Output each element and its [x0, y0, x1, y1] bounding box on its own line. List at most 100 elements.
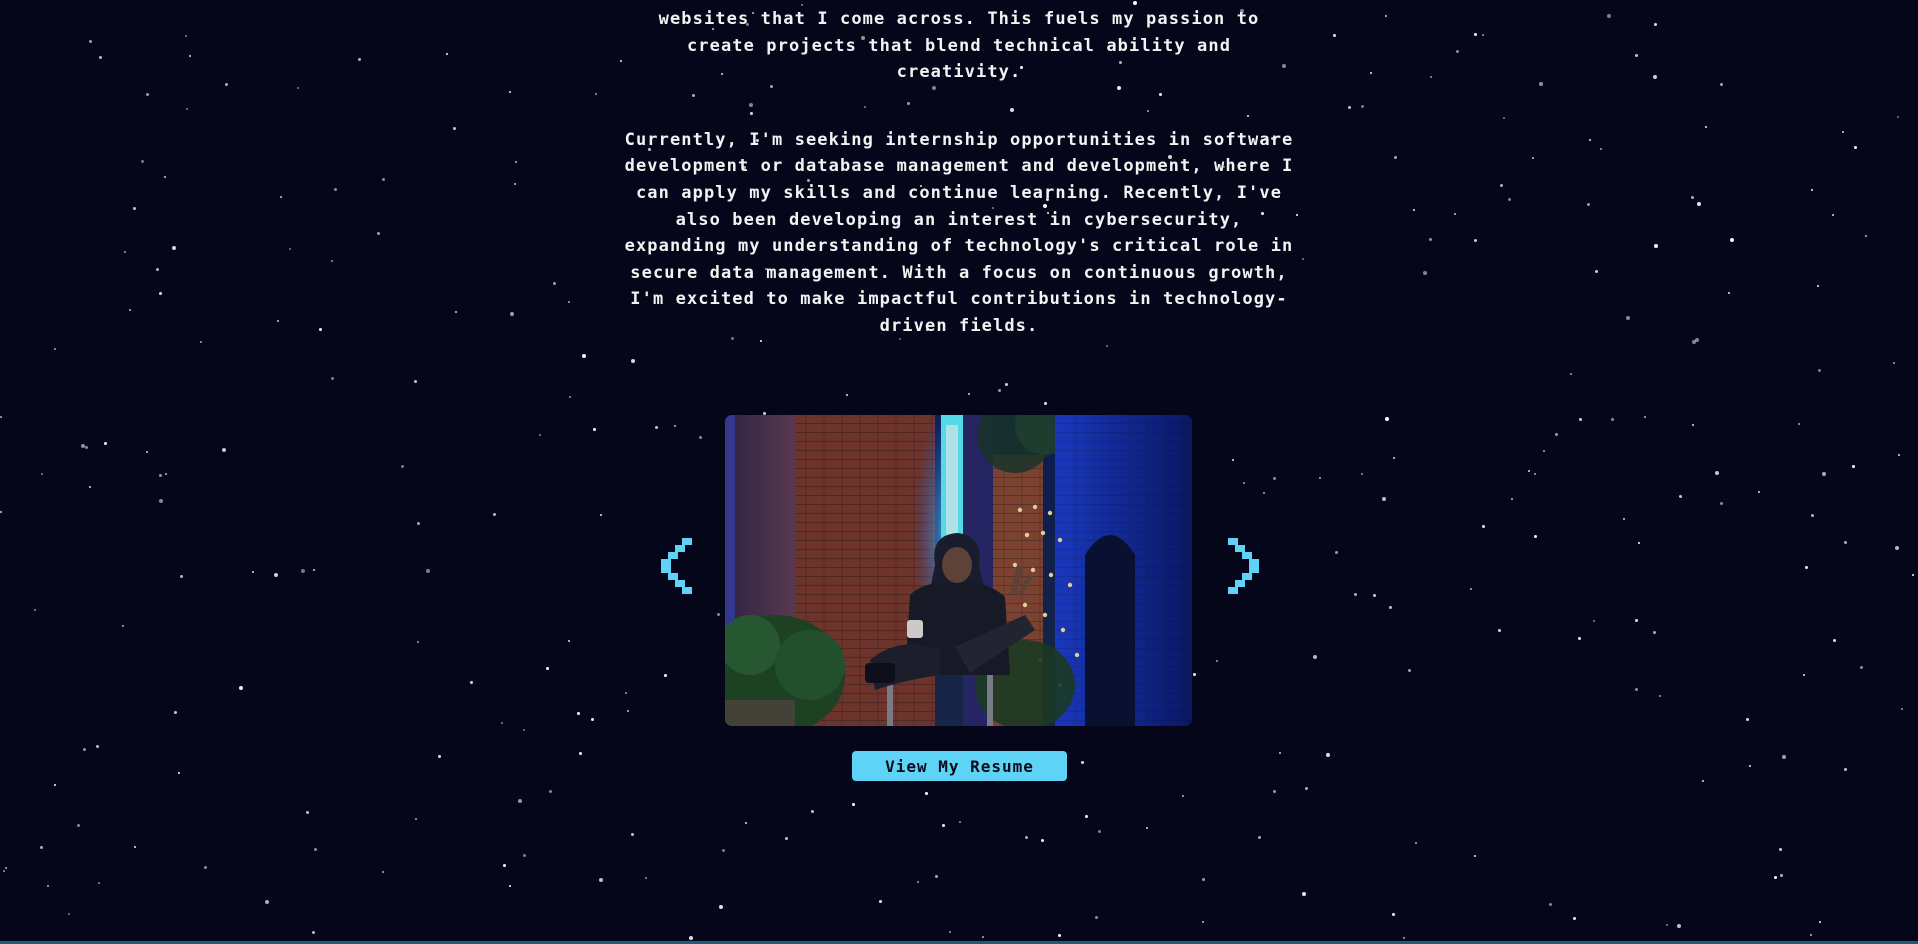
- star: [222, 448, 226, 452]
- star: [1539, 82, 1543, 86]
- star: [426, 569, 430, 573]
- star: [1549, 903, 1552, 906]
- star: [1273, 477, 1276, 480]
- star: [1393, 457, 1395, 459]
- star: [1653, 75, 1657, 79]
- star: [1279, 752, 1281, 754]
- star: [1044, 402, 1047, 405]
- star: [265, 900, 269, 904]
- star: [1653, 631, 1656, 634]
- star: [1413, 209, 1415, 211]
- star: [523, 854, 526, 857]
- star: [1611, 418, 1614, 421]
- star: [1085, 815, 1088, 818]
- star: [54, 784, 56, 786]
- about-section: websites that I come across. This fuels …: [620, 6, 1298, 340]
- star: [1555, 433, 1558, 436]
- star: [1638, 542, 1640, 544]
- star: [631, 359, 635, 363]
- star: [1893, 362, 1895, 364]
- star: [1408, 669, 1411, 672]
- star: [186, 108, 188, 110]
- star: [1333, 34, 1336, 37]
- star: [1865, 235, 1867, 237]
- star: [1702, 780, 1704, 782]
- star: [1415, 842, 1417, 844]
- star: [510, 312, 514, 316]
- star: [89, 486, 91, 488]
- view-resume-button[interactable]: View My Resume: [852, 751, 1067, 781]
- star: [1273, 790, 1276, 793]
- star: [1811, 189, 1813, 191]
- star: [96, 745, 99, 748]
- star: [1361, 473, 1363, 475]
- star: [509, 91, 511, 93]
- star: [1626, 316, 1630, 320]
- star: [159, 499, 163, 503]
- star: [553, 282, 556, 285]
- star: [1895, 546, 1899, 550]
- star: [156, 268, 159, 271]
- star: [523, 729, 525, 731]
- star: [1382, 497, 1386, 501]
- star: [417, 522, 420, 525]
- star: [1758, 491, 1760, 493]
- star: [1302, 258, 1304, 260]
- star: [0, 511, 2, 513]
- star: [760, 340, 762, 342]
- star: [1570, 373, 1572, 375]
- star: [204, 866, 207, 869]
- star: [1041, 839, 1044, 842]
- star: [382, 178, 385, 181]
- photo-carousel: [650, 413, 1270, 727]
- star: [1679, 495, 1682, 498]
- star: [1348, 106, 1351, 109]
- star: [959, 821, 961, 823]
- star: [1430, 76, 1432, 78]
- star: [501, 722, 503, 724]
- star: [1456, 50, 1459, 53]
- star: [719, 905, 723, 909]
- star: [122, 625, 124, 627]
- star: [509, 885, 511, 887]
- chevron-right-icon: [1228, 538, 1259, 594]
- star: [1528, 470, 1530, 472]
- star: [1635, 54, 1638, 57]
- star: [331, 377, 334, 380]
- star: [1354, 593, 1357, 596]
- star: [470, 681, 473, 684]
- star: [313, 569, 315, 571]
- star: [438, 755, 441, 758]
- star: [1810, 934, 1812, 936]
- star: [982, 936, 984, 938]
- star: [846, 394, 848, 396]
- carousel-photo: [725, 415, 1192, 726]
- star: [568, 640, 570, 642]
- star: [1373, 594, 1376, 597]
- star: [591, 718, 594, 721]
- carousel-prev-button[interactable]: [656, 538, 696, 594]
- star: [942, 824, 945, 827]
- star: [631, 833, 634, 836]
- star: [3, 870, 5, 872]
- star: [1182, 795, 1184, 797]
- star: [1423, 271, 1427, 275]
- star: [382, 871, 384, 873]
- star: [1258, 836, 1261, 839]
- star: [99, 56, 102, 59]
- star: [417, 641, 419, 643]
- star: [1833, 639, 1836, 642]
- star: [1779, 848, 1782, 851]
- star: [1394, 156, 1397, 159]
- star: [1587, 203, 1590, 206]
- star: [722, 849, 725, 852]
- star: [1798, 423, 1800, 425]
- star: [514, 183, 516, 185]
- star: [689, 936, 693, 940]
- star: [301, 569, 305, 573]
- star: [879, 900, 882, 903]
- carousel-next-button[interactable]: [1224, 538, 1264, 594]
- star: [1470, 588, 1472, 590]
- star: [1607, 14, 1611, 18]
- star: [1749, 765, 1751, 767]
